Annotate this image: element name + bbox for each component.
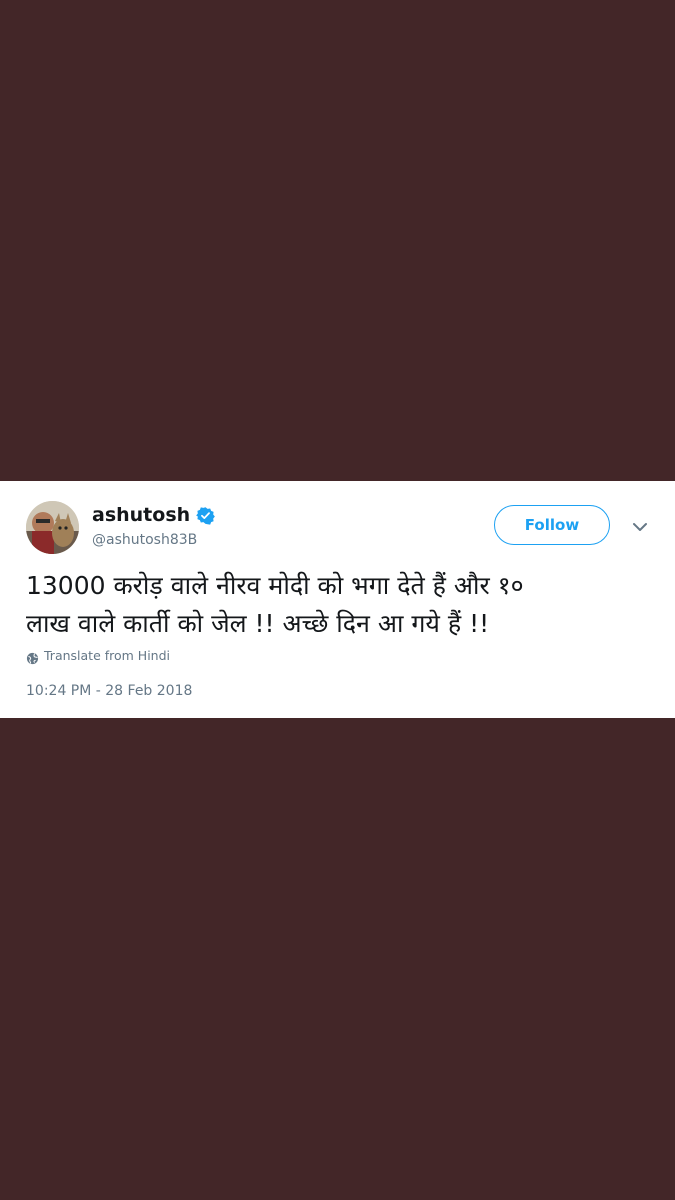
display-name-row[interactable]: ashutosh bbox=[92, 503, 215, 527]
tweet-text: 13000 करोड़ वाले नीरव मोदी को भगा देते ह… bbox=[26, 567, 656, 643]
avatar[interactable] bbox=[26, 501, 79, 554]
chevron-down-icon bbox=[632, 517, 648, 536]
user-handle[interactable]: @ashutosh83B bbox=[92, 530, 197, 550]
translate-label[interactable]: Translate from Hindi bbox=[44, 648, 170, 664]
tweet-timestamp[interactable]: 10:24 PM - 28 Feb 2018 bbox=[26, 682, 192, 700]
verified-badge-icon bbox=[196, 506, 215, 525]
tweet-text-line-2: लाख वाले कार्ती को जेल !! अच्छे दिन आ गय… bbox=[26, 609, 490, 638]
follow-button[interactable]: Follow bbox=[494, 505, 610, 545]
tweet-text-line-1: 13000 करोड़ वाले नीरव मोदी को भगा देते ह… bbox=[26, 571, 524, 600]
tweet-menu-button[interactable] bbox=[628, 517, 652, 535]
translate-link[interactable]: Translate from Hindi bbox=[26, 648, 170, 664]
tweet-card: ashutosh @ashutosh83B Follow 13000 करोड़… bbox=[0, 481, 675, 718]
globe-icon bbox=[26, 650, 39, 664]
display-name[interactable]: ashutosh bbox=[92, 503, 190, 527]
